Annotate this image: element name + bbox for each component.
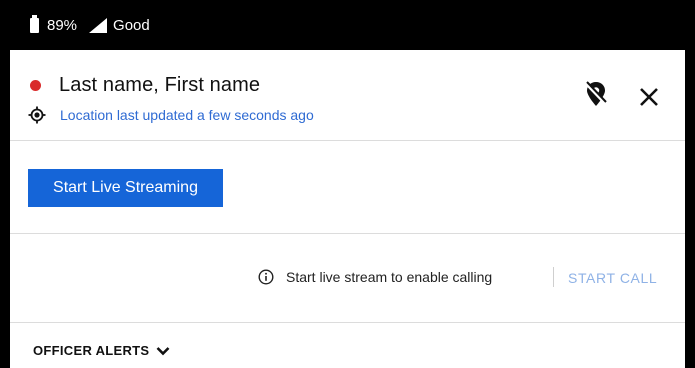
location-updated-text: Location last updated a few seconds ago xyxy=(60,107,314,123)
status-bar: 89% Good xyxy=(0,0,695,50)
chevron-down-icon xyxy=(156,346,170,355)
close-icon xyxy=(640,88,658,106)
contact-name: Last name, First name xyxy=(59,74,261,96)
signal-icon xyxy=(89,17,108,33)
signal-status: Good xyxy=(113,16,150,34)
hide-location-button[interactable] xyxy=(584,80,608,108)
start-call-button[interactable]: START CALL xyxy=(568,270,657,286)
officer-alerts-toggle[interactable]: OFFICER ALERTS xyxy=(33,343,170,358)
start-live-streaming-button[interactable]: Start Live Streaming xyxy=(28,169,223,207)
call-info: Start live stream to enable calling xyxy=(258,269,492,285)
contact-header: Last name, First name Location last upda… xyxy=(10,50,685,141)
pin-off-icon xyxy=(584,81,608,106)
battery-icon xyxy=(30,14,39,33)
close-button[interactable] xyxy=(638,86,660,108)
officer-alerts-label: OFFICER ALERTS xyxy=(33,343,150,358)
call-info-text: Start live stream to enable calling xyxy=(286,269,493,285)
stream-section: Start Live Streaming xyxy=(10,141,685,234)
location-target-icon xyxy=(28,106,46,124)
name-row: Last name, First name xyxy=(30,74,260,97)
status-dot xyxy=(30,80,41,91)
info-icon xyxy=(258,269,274,285)
location-row: Location last updated a few seconds ago xyxy=(28,106,314,124)
vertical-divider xyxy=(553,267,554,287)
battery-level: 89% xyxy=(47,16,78,34)
call-section: Start live stream to enable calling STAR… xyxy=(10,234,685,323)
